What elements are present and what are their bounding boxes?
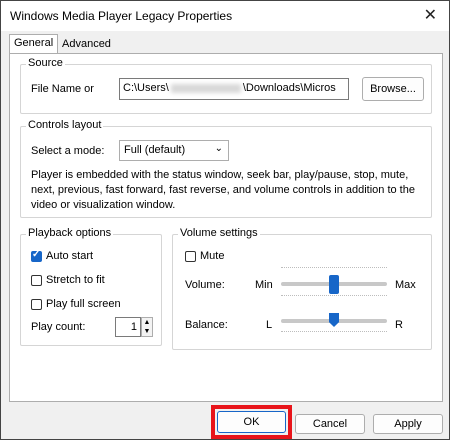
playback-options-group: Playback options Auto start Stretch to f… [20,227,162,346]
play-full-screen-label: Play full screen [46,298,121,310]
mute-checkbox[interactable] [185,251,196,262]
mode-select[interactable]: Full (default) ⌄ [119,140,229,161]
file-path-prefix: C:\Users\ [123,82,169,94]
playback-options-label: Playback options [26,227,114,239]
play-full-screen-checkbox[interactable] [31,299,42,310]
auto-start-checkbox[interactable] [31,249,42,262]
balance-slider-thumb[interactable] [329,313,339,327]
source-group-label: Source [26,57,65,69]
volume-max-label: Max [395,279,416,291]
stretch-to-fit-checkbox[interactable] [31,275,42,286]
volume-label: Volume: [185,279,225,291]
balance-label: Balance: [185,319,228,331]
spin-up-icon[interactable]: ▲ [142,318,152,327]
apply-button[interactable]: Apply [373,414,443,434]
volume-ticks-bottom [281,295,387,297]
volume-min-label: Min [255,279,273,291]
browse-button[interactable]: Browse... [362,77,424,101]
play-count-input[interactable]: 1 [115,317,141,337]
volume-settings-group: Volume settings Mute Volume: Min Max Bal… [172,227,432,350]
volume-settings-label: Volume settings [178,227,260,239]
volume-slider-thumb[interactable] [329,275,339,294]
file-name-label: File Name or [31,83,94,95]
cancel-button[interactable]: Cancel [295,414,365,434]
spin-down-icon[interactable]: ▼ [142,327,152,336]
stretch-to-fit-label: Stretch to fit [46,274,105,286]
chevron-down-icon: ⌄ [214,143,223,154]
source-group: Source File Name or C:\Users\ \Downloads\… [20,57,432,114]
window-title: Windows Media Player Legacy Properties [10,9,233,23]
volume-ticks-top [281,267,387,269]
play-count-spinner[interactable]: ▲ ▼ [141,317,153,337]
play-count-label: Play count: [31,321,86,333]
controls-layout-label: Controls layout [26,119,104,131]
tab-general[interactable]: General [9,34,59,54]
close-icon[interactable]: ✕ [424,5,437,25]
play-count-value: 1 [130,321,137,333]
balance-right-label: R [395,319,403,331]
mode-select-value: Full (default) [124,144,186,156]
redacted-username [170,83,241,93]
controls-layout-group: Controls layout Select a mode: Full (def… [20,119,432,218]
select-mode-label: Select a mode: [31,145,105,157]
properties-dialog: Windows Media Player Legacy Properties ✕… [0,0,450,440]
title-bar: Windows Media Player Legacy Properties ✕ [1,1,449,31]
auto-start-label: Auto start [46,250,94,262]
ok-button[interactable]: OK [217,411,286,433]
mute-label: Mute [200,250,225,262]
file-name-input[interactable]: C:\Users\ \Downloads\Micros [119,78,349,100]
tab-advanced[interactable]: Advanced [57,35,116,54]
file-path-suffix: \Downloads\Micros [242,82,336,94]
balance-ticks [281,331,387,333]
mode-description: Player is embedded with the status windo… [31,169,415,211]
general-tab-panel: Source File Name or C:\Users\ \Downloads\… [9,53,443,402]
balance-left-label: L [266,319,273,331]
